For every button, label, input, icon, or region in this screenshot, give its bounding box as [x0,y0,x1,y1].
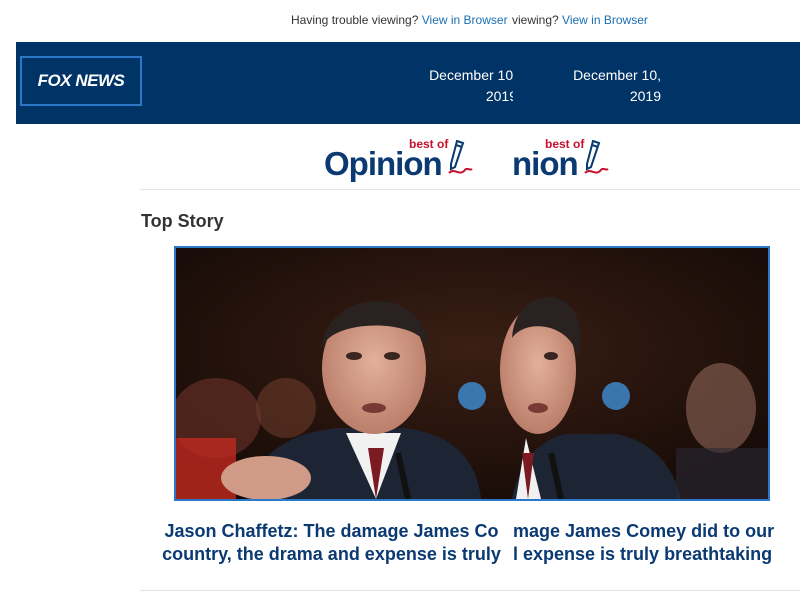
top-story-headline[interactable]: Jason Chaffetz: The damage James Co coun… [150,520,513,566]
divider-bottom [140,590,800,591]
email-header: FOX NEWS December 10, 2019 December 10, … [16,42,800,124]
best-of-label: best of [409,137,449,151]
view-in-browser-link[interactable]: View in Browser [422,13,508,27]
fox-news-logo[interactable]: FOX NEWS [20,56,142,106]
pen-icon [448,139,473,174]
header-date: December 10, 2019 [429,67,513,104]
logo-text: FOX NEWS [37,71,125,90]
view-in-browser-link-repeat[interactable]: View in Browser [562,13,648,27]
divider [140,189,800,190]
photo-illustration [176,248,768,499]
pen-icon [584,139,609,174]
preheader-text-repeat: viewing? View in Browser [512,13,648,27]
preheader-text: Having trouble viewing? View in Browser [291,13,508,27]
best-of-opinion-banner-repeat: Opinion best of [512,135,622,187]
top-story-photo[interactable] [174,246,770,501]
preheader-bar: Having trouble viewing? View in Browser … [0,0,800,42]
section-title: Top Story [141,211,224,231]
top-story-headline-repeat[interactable]: mage James Comey did to our l expense is… [513,520,800,566]
header-date-repeat: December 10, 2019 [573,67,661,104]
best-of-opinion-banner: Opinion best of [322,135,512,187]
